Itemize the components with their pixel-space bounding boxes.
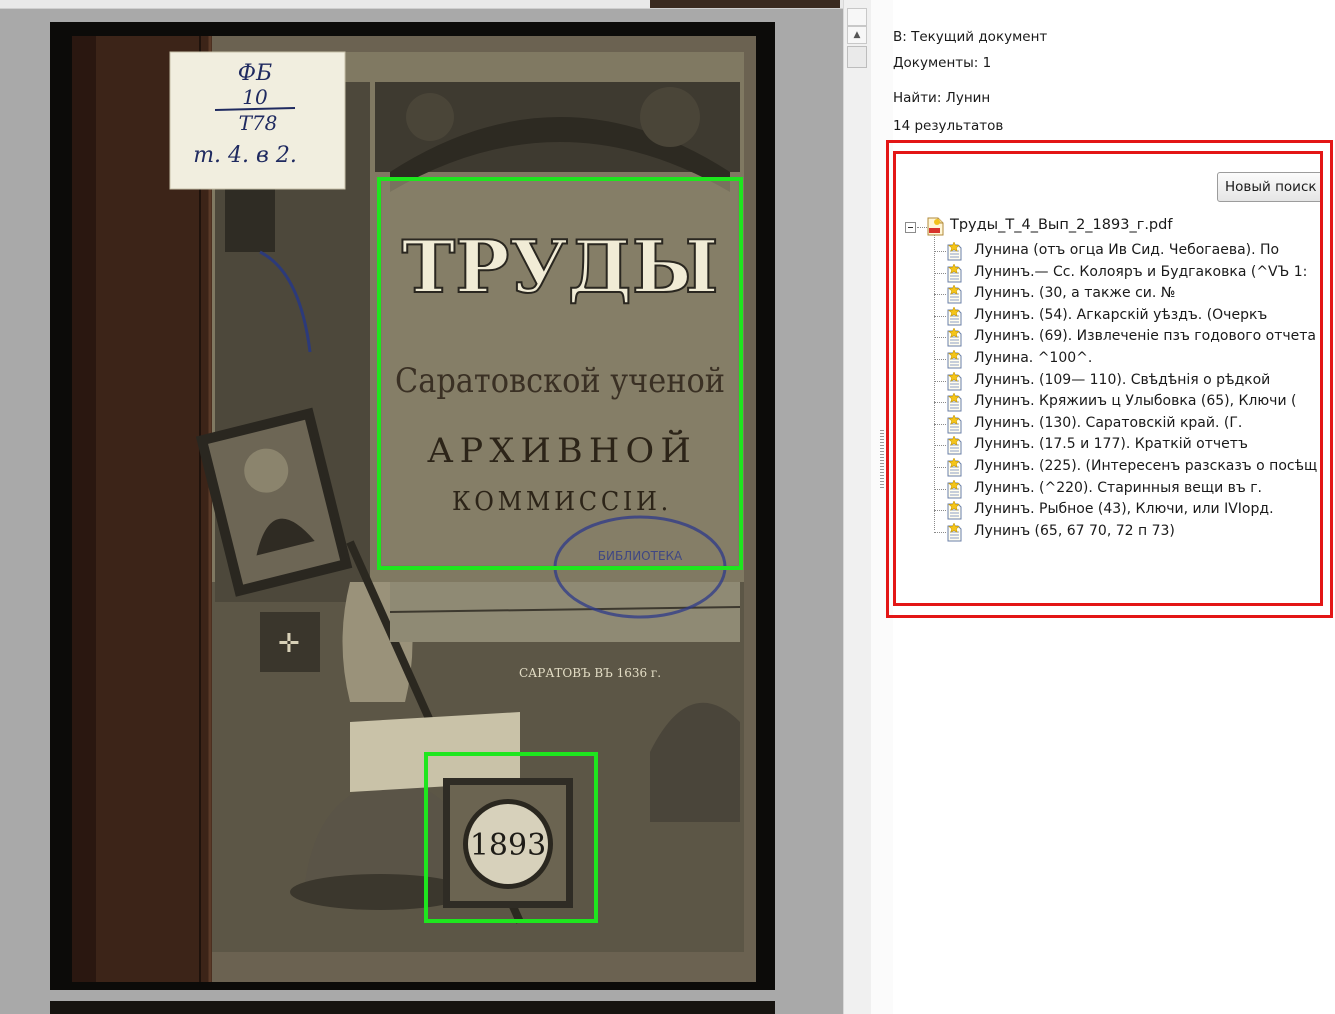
search-hit-document-icon [947,414,962,434]
shelf-label-line-3: Т78 [239,111,278,135]
collapse-icon[interactable] [905,222,916,233]
viewer-vertical-scrollbar[interactable]: ▲ [843,0,871,1014]
search-hit-document-icon [947,458,962,477]
annotation-outline-inner: Новый поиск Труды_Т_4_Вып_2_1893_г.pdf Л… [893,151,1323,606]
search-results-tree: Труды_Т_4_Вып_2_1893_г.pdf Лунина (отъ о… [896,154,1320,603]
search-hit-document-icon [947,242,962,261]
splitter-grip-icon[interactable] [880,430,884,490]
next-page-edge [50,1001,775,1014]
search-result-text: Лунинъ (65, 67 70, 72 п 73) [974,522,1175,539]
search-result-text: Лунинъ. (225). (Интересенъ разсказъ о по… [974,458,1318,474]
svg-text:✛: ✛ [278,629,300,659]
search-hit-document-icon [947,306,962,326]
search-result-text: Лунинъ. (109— 110). Свѣдѣнія о рѣдкой [974,371,1271,388]
scroll-top-button[interactable] [847,8,867,26]
search-scope-text: В: Текущий документ [893,29,1048,45]
city-caption: САРАТОВЪ ВЪ 1636 г. [519,666,661,680]
pdf-page-cover[interactable]: ✛ 1893 ТРУДЫ Саратовской ученой АРХИВНОЙ… [50,22,775,990]
search-hit-document-icon [947,522,962,542]
search-result-text: Лунинъ.— Сс. Колояръ и Будгаковка (^VЪ 1… [974,263,1308,280]
search-hit-document-icon [947,436,962,455]
search-result-text: Лунинъ. Рыбное (43), Ключи, или IVIорд. [974,501,1274,518]
search-result-text: Лунинъ. Кряжииъ ц Улыбовка (65), Ключи ( [974,393,1297,410]
search-hit-document-icon [947,501,962,520]
pdf-file-icon [927,217,944,236]
document-viewer[interactable]: ✛ 1893 ТРУДЫ Саратовской ученой АРХИВНОЙ… [0,0,843,1014]
search-result-text: Лунина. ^100^. [974,350,1093,366]
result-file-name[interactable]: Труды_Т_4_Вып_2_1893_г.pdf [950,217,1172,233]
search-hit-document-icon [947,263,962,283]
search-result-text: Лунинъ. (69). Извлеченіе пзъ годового от… [974,328,1317,345]
shelf-label-line-2: 10 [242,85,268,109]
search-result-text: Лунинъ. (30, а также си. № [974,285,1176,302]
search-hit-document-icon [947,371,962,391]
search-query-text: Найти: Лунин [893,90,991,106]
search-hit-document-icon [947,393,962,412]
scroll-thumb[interactable] [847,46,867,68]
search-hit-highlight-year [424,752,598,923]
search-hit-document-icon [947,328,962,347]
search-result-text: Лунинъ. (54). Агкарскій уѣздъ. (Очеркъ [974,306,1268,323]
annotation-outline-outer: Новый поиск Труды_Т_4_Вып_2_1893_г.pdf Л… [886,140,1333,618]
search-hit-highlight-title [377,177,743,570]
shelf-label-line-1: ФБ [238,61,272,86]
documents-count-text: Документы: 1 [893,55,992,71]
search-result-text: Лунина (отъ огца Ив Сид. Чебогаева). По [974,242,1280,258]
scroll-up-arrow-icon[interactable]: ▲ [847,26,867,44]
results-count-text: 14 результатов [893,118,1004,134]
search-result-text: Лунинъ. (130). Саратовскій край. (Г. [974,414,1243,431]
previous-page-edge [0,0,843,9]
search-hit-document-icon [947,285,962,304]
search-hit-document-icon [947,479,962,499]
search-result-text: Лунинъ. (^220). Старинныя вещи въ г. [974,479,1263,496]
search-hit-document-icon [947,350,962,369]
shelf-label-line-4: т. 4. в 2. [193,143,297,168]
search-result-text: Лунинъ. (17.5 и 177). Краткій отчетъ [974,436,1248,453]
search-results-panel: В: Текущий документ Документы: 1 Найти: … [886,0,1335,1014]
